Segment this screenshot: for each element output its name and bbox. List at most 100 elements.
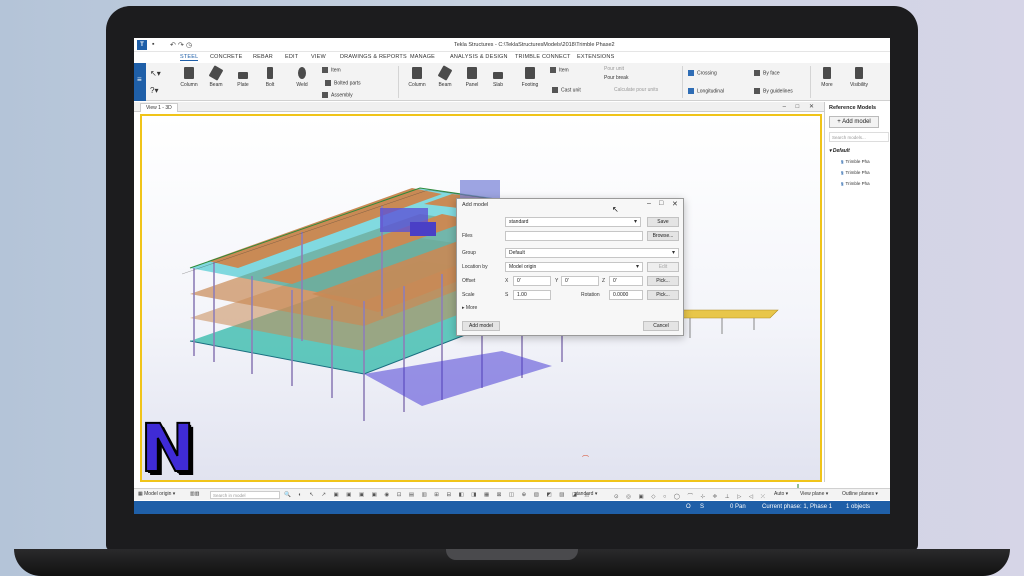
- selection-filter-dropdown[interactable]: standard ▾: [574, 491, 597, 497]
- steel-beam-button[interactable]: Beam: [206, 65, 226, 88]
- add-model-confirm-button[interactable]: Add model: [462, 321, 500, 331]
- weld-button[interactable]: Weld: [292, 67, 312, 88]
- steel-plate-button[interactable]: Plate: [233, 67, 253, 88]
- rotation-input[interactable]: 0.0000: [609, 290, 643, 300]
- edit-button[interactable]: Edit: [647, 262, 679, 272]
- auto-dropdown[interactable]: Auto ▾: [774, 491, 788, 497]
- tab-drawings-reports[interactable]: DRAWINGS & REPORTS: [340, 54, 407, 60]
- window-title: Tekla Structures - C:\TeklaStructuresMod…: [454, 42, 615, 48]
- redo-icon[interactable]: ↷: [178, 41, 184, 49]
- tree-group[interactable]: ▾ Default: [829, 148, 890, 154]
- tekla-logo-icon[interactable]: T: [137, 40, 147, 50]
- save-icon[interactable]: ▪: [152, 41, 154, 48]
- view-plane-dropdown[interactable]: View plane ▾: [800, 491, 828, 497]
- menu-icon[interactable]: ≡: [137, 75, 142, 84]
- overlay-n-logo: N: [139, 410, 196, 487]
- tree-item[interactable]: § Trimble Pha: [841, 181, 890, 186]
- more-toggle[interactable]: ▸ More: [462, 305, 477, 311]
- pick-rotation-button[interactable]: Pick...: [647, 290, 679, 300]
- tab-trimble-connect[interactable]: TRIMBLE CONNECT: [515, 54, 571, 60]
- calculate-pour-units-button[interactable]: Calculate pour units: [614, 87, 658, 93]
- visibility-button[interactable]: Visibility: [844, 67, 874, 88]
- panel-button[interactable]: Panel: [461, 67, 483, 88]
- cancel-button[interactable]: Cancel: [643, 321, 679, 331]
- view-tab[interactable]: View 1 - 3D: [140, 103, 178, 112]
- concrete-item-button[interactable]: Item: [550, 67, 569, 73]
- tab-analysis-design[interactable]: ANALYSIS & DESIGN: [450, 54, 508, 60]
- status-objects: 1 objects: [846, 504, 871, 510]
- bolted-parts-button[interactable]: Bolted parts: [325, 80, 361, 86]
- bolt-button[interactable]: Bolt: [260, 67, 280, 88]
- select-arrow-icon[interactable]: ↖▾: [150, 69, 161, 78]
- offset-y-input[interactable]: 0': [561, 276, 599, 286]
- bottom-toolbar: ▦ Model origin ▾ ▥▥ Search in model 🔍 ◐ …: [134, 488, 890, 500]
- by-face-button[interactable]: By face: [754, 70, 780, 76]
- outline-planes-dropdown[interactable]: Outline planes ▾: [842, 491, 878, 497]
- close-icon[interactable]: ✕: [672, 200, 678, 208]
- preset-select[interactable]: standard: [505, 217, 641, 227]
- browse-button[interactable]: Browse...: [647, 231, 679, 241]
- offset-z-input[interactable]: 0': [609, 276, 643, 286]
- concrete-column-icon: [412, 67, 422, 79]
- footing-button[interactable]: Footing: [518, 67, 542, 88]
- scale-input[interactable]: 1.00: [513, 290, 551, 300]
- search-model-input[interactable]: Search in model: [210, 491, 280, 499]
- cast-unit-icon: [552, 87, 558, 93]
- concrete-column-button[interactable]: Column: [406, 67, 428, 88]
- history-icon[interactable]: ◷: [186, 41, 192, 49]
- more-button[interactable]: More: [816, 67, 838, 88]
- location-dropdown[interactable]: ▦ Model origin ▾: [138, 491, 175, 497]
- maximize-icon[interactable]: □: [659, 200, 663, 207]
- files-field[interactable]: [505, 231, 643, 241]
- item-icon: [322, 67, 328, 73]
- pour-break-button[interactable]: Pour break: [604, 75, 628, 81]
- selection-switches[interactable]: 🔍 ◐ ↖ ↗ ▣ ▣ ▣ ▣ ◉ ⊡ ▤ ▥ ⊞ ⊟ ◧ ◨ ▦ ⊠ ◫ ⊕ …: [284, 492, 592, 498]
- cast-unit-button[interactable]: Cast unit: [552, 87, 581, 93]
- steel-item-button[interactable]: Item: [322, 67, 341, 73]
- model-search-input[interactable]: Search models...: [829, 132, 889, 142]
- offset-x-input[interactable]: 0': [513, 276, 551, 286]
- pick-offset-button[interactable]: Pick...: [647, 276, 679, 286]
- undo-icon[interactable]: ↶: [170, 41, 176, 49]
- side-menu-strip[interactable]: ≡: [134, 63, 146, 101]
- by-face-icon: [754, 70, 760, 76]
- trimble-icon: §: [841, 181, 844, 186]
- tab-edit[interactable]: EDIT: [285, 54, 298, 60]
- longitudinal-button[interactable]: Longitudinal: [688, 88, 724, 94]
- tab-rebar[interactable]: REBAR: [253, 54, 273, 60]
- location-label: Location by: [462, 264, 488, 270]
- view-window-controls[interactable]: – □ ✕: [783, 103, 818, 110]
- tree-item[interactable]: § Trimble Pha: [841, 159, 890, 164]
- slab-icon: [493, 72, 503, 79]
- by-guidelines-button[interactable]: By guidelines: [754, 88, 793, 94]
- tab-manage[interactable]: MANAGE: [410, 54, 435, 60]
- snap-toggle-icon[interactable]: ▥▥: [190, 491, 199, 497]
- tree-item[interactable]: § Trimble Pha: [841, 170, 890, 175]
- minimize-icon[interactable]: –: [647, 200, 651, 207]
- steel-column-button[interactable]: Column: [178, 67, 200, 88]
- crossing-button[interactable]: Crossing: [688, 70, 717, 76]
- pour-unit-button[interactable]: Pour unit: [604, 66, 624, 72]
- ribbon-tabs: STEEL CONCRETE REBAR EDIT VIEW DRAWINGS …: [134, 52, 890, 63]
- assembly-button[interactable]: Assembly: [322, 92, 353, 98]
- ribbon-separator: [810, 66, 811, 98]
- view-marker-icon: ⌒: [582, 455, 589, 463]
- help-icon[interactable]: ?▾: [150, 86, 158, 95]
- concrete-beam-button[interactable]: Beam: [434, 65, 456, 88]
- group-select[interactable]: Default: [505, 248, 679, 258]
- tab-extensions[interactable]: EXTENSIONS: [577, 54, 614, 60]
- add-model-button[interactable]: + Add model: [829, 116, 879, 128]
- assembly-icon: [322, 92, 328, 98]
- tab-view[interactable]: VIEW: [311, 54, 326, 60]
- location-select[interactable]: Model origin: [505, 262, 643, 272]
- z-label: Z: [602, 278, 606, 284]
- trimble-icon: §: [841, 159, 844, 164]
- status-o: O: [686, 504, 691, 510]
- slab-button[interactable]: Slab: [488, 67, 508, 88]
- status-phase: Current phase: 1, Phase 1: [762, 504, 833, 510]
- snap-switches[interactable]: ⊙ ◎ ▣ ◇ ○ ◯ ⌒ ⊹ ✛ ⊥ ▷ ◁ ⤫: [614, 492, 768, 501]
- save-button[interactable]: Save: [647, 217, 679, 227]
- ribbon-separator: [398, 66, 399, 98]
- tab-concrete[interactable]: CONCRETE: [210, 54, 242, 60]
- tab-steel[interactable]: STEEL: [180, 54, 199, 61]
